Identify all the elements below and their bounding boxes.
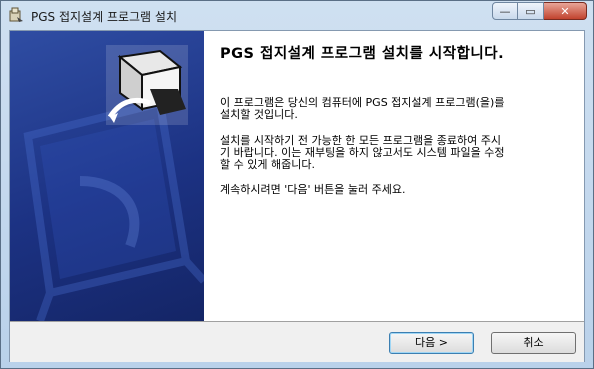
welcome-banner [10,31,204,321]
wizard-body: PGS 접지설계 프로그램 설치를 시작합니다. 이 프로그램은 당신의 컴퓨터… [9,30,585,362]
minimize-button[interactable]: — [492,2,518,20]
welcome-content: PGS 접지설계 프로그램 설치를 시작합니다. 이 프로그램은 당신의 컴퓨터… [220,39,570,196]
cancel-button[interactable]: 취소 [491,332,576,354]
installer-window: PGS 접지설계 프로그램 설치 — ▭ ✕ PGS 접지설계 프로그램 설치를… [0,0,594,369]
banner-artwork [23,45,204,321]
continue-instruction: 계속하시려면 '다음' 버튼을 눌러 주세요. [220,183,406,196]
welcome-heading: PGS 접지설계 프로그램 설치를 시작합니다. [220,46,505,62]
intro-text-line2: 설치할 것입니다. [220,108,298,121]
maximize-button[interactable]: ▭ [518,2,544,20]
installer-icon [9,7,23,22]
maximize-icon: ▭ [525,4,536,18]
installer-box-icon [106,45,188,125]
window-title: PGS 접지설계 프로그램 설치 [31,10,177,24]
caption-buttons: — ▭ ✕ [492,2,587,22]
close-button[interactable]: ✕ [544,2,587,20]
minimize-icon: — [499,4,511,18]
close-icon: ✕ [560,4,570,18]
close-apps-text-line3: 할 수 있게 해줍니다. [220,158,315,171]
title-bar[interactable]: PGS 접지설계 프로그램 설치 — ▭ ✕ [1,1,593,30]
button-bar: 다음 > 취소 [10,321,584,362]
next-button[interactable]: 다음 > [389,332,474,354]
